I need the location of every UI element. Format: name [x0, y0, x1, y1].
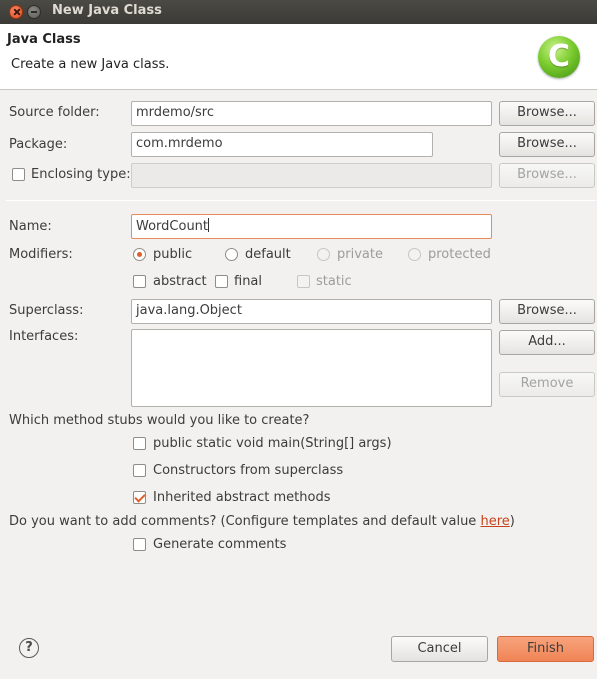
source-folder-input[interactable]: mrdemo/src — [131, 101, 492, 126]
generate-comments-label: Generate comments — [153, 537, 287, 552]
comments-question-end: ) — [509, 514, 515, 529]
wizard-title: Java Class — [7, 32, 81, 47]
cancel-button[interactable]: Cancel — [391, 636, 488, 662]
minimize-window-icon[interactable] — [27, 5, 41, 19]
final-checkbox[interactable] — [215, 275, 228, 288]
text-cursor — [208, 218, 210, 232]
help-icon[interactable]: ? — [19, 638, 39, 658]
name-input[interactable]: WordCount — [131, 214, 492, 239]
static-checkbox — [297, 275, 310, 288]
wizard-banner: Java Class Create a new Java class. — [0, 24, 597, 90]
superclass-browse-button[interactable]: Browse... — [499, 299, 595, 324]
abstract-label: abstract — [153, 274, 207, 289]
constructors-checkbox[interactable] — [133, 464, 146, 477]
modifier-default-radio[interactable] — [225, 248, 238, 261]
modifier-public-label: public — [153, 247, 193, 262]
abstract-checkbox[interactable] — [133, 275, 146, 288]
modifier-public-radio[interactable] — [133, 248, 146, 261]
comments-question-text: Do you want to add comments? (Configure … — [9, 514, 481, 529]
name-label: Name: — [9, 219, 52, 234]
package-label: Package: — [9, 137, 68, 152]
final-label: final — [234, 274, 263, 289]
main-method-checkbox[interactable] — [133, 437, 146, 450]
window-title: New Java Class — [52, 3, 162, 18]
configure-templates-link[interactable]: here — [480, 514, 509, 529]
modifier-private-label: private — [337, 247, 383, 262]
superclass-label: Superclass: — [9, 303, 84, 318]
comments-question: Do you want to add comments? (Configure … — [9, 514, 515, 529]
window-title-bar: New Java Class — [0, 0, 597, 24]
enclosing-type-checkbox[interactable] — [12, 168, 25, 181]
main-method-label: public static void main(String[] args) — [153, 436, 392, 451]
source-folder-label: Source folder: — [9, 105, 100, 120]
name-value: WordCount — [136, 219, 209, 234]
package-input[interactable]: com.mrdemo — [131, 132, 433, 157]
superclass-input[interactable]: java.lang.Object — [131, 299, 492, 324]
enclosing-type-browse-button: Browse... — [499, 163, 595, 188]
interfaces-add-button[interactable]: Add... — [499, 330, 595, 355]
source-folder-browse-button[interactable]: Browse... — [499, 101, 595, 126]
static-label: static — [316, 274, 352, 289]
modifier-protected-label: protected — [428, 247, 491, 262]
enclosing-type-input — [131, 163, 492, 188]
interfaces-label: Interfaces: — [9, 329, 79, 344]
wizard-description: Create a new Java class. — [11, 57, 170, 72]
interfaces-list[interactable] — [131, 329, 492, 407]
modifier-protected-radio — [408, 248, 421, 261]
finish-button[interactable]: Finish — [497, 636, 594, 662]
java-class-logo-icon — [538, 36, 580, 78]
inherited-methods-label: Inherited abstract methods — [153, 490, 331, 505]
close-window-icon[interactable] — [9, 5, 23, 19]
enclosing-type-label: Enclosing type: — [31, 167, 131, 182]
generate-comments-checkbox[interactable] — [133, 538, 146, 551]
modifier-default-label: default — [245, 247, 291, 262]
constructors-label: Constructors from superclass — [153, 463, 344, 478]
inherited-methods-checkbox[interactable] — [133, 491, 146, 504]
package-browse-button[interactable]: Browse... — [499, 132, 595, 157]
interfaces-remove-button: Remove — [499, 372, 595, 397]
modifier-private-radio — [317, 248, 330, 261]
section-divider — [6, 200, 596, 201]
method-stubs-question: Which method stubs would you like to cre… — [9, 413, 310, 428]
modifiers-label: Modifiers: — [9, 247, 73, 262]
